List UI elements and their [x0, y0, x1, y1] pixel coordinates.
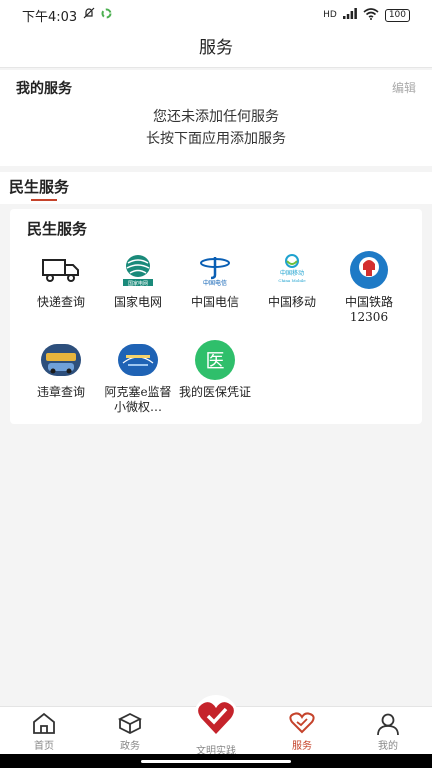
nav-bar: 服务: [0, 30, 432, 68]
truck-icon: [40, 249, 82, 291]
svg-text:China Mobile: China Mobile: [278, 278, 306, 283]
status-bar: 下午4:03 HD 100: [0, 0, 432, 30]
empty-hint-line2: 长按下面应用添加服务: [146, 131, 286, 147]
service-item-supervision[interactable]: 阿克塞e监督小微权…: [99, 339, 177, 415]
tab-label: 我的: [378, 741, 398, 752]
china-telecom-icon: 中国电信: [194, 249, 236, 291]
tab-minsheng[interactable]: 民生服务: [9, 176, 69, 197]
service-item-china-railway[interactable]: 中国铁路12306: [330, 249, 408, 325]
service-label: 中国电信: [190, 295, 239, 309]
china-mobile-icon: 中国移动 China Mobile: [271, 249, 313, 291]
card-title: 民生服务: [27, 220, 88, 238]
tab-label: 服务: [292, 741, 312, 752]
home-icon: [14, 712, 74, 736]
china-railway-icon: [348, 249, 390, 291]
edit-button[interactable]: 编辑: [392, 79, 416, 96]
tab-home[interactable]: 首页: [14, 707, 74, 755]
service-label: 违章查询: [36, 385, 85, 399]
tab-mine[interactable]: 我的: [358, 707, 418, 755]
box-icon: [100, 712, 160, 736]
service-card: 民生服务 快递查询 国家电网 国家电网 中国电信 中国电信 中国移动 China …: [10, 209, 422, 424]
home-indicator-pill[interactable]: [141, 760, 291, 763]
service-item-express[interactable]: 快递查询: [22, 249, 100, 310]
service-label: 我的医保凭证: [178, 385, 251, 399]
medical-insurance-icon: 医: [194, 339, 236, 381]
state-grid-icon: 国家电网: [117, 249, 159, 291]
tab-civilization-practice[interactable]: 文明实践: [186, 695, 246, 757]
app-notification-icon: [101, 8, 112, 23]
wifi-icon: [363, 7, 379, 23]
category-tab-bar: 民生服务: [0, 172, 432, 204]
service-item-traffic-violation[interactable]: 违章查询: [22, 339, 100, 400]
status-time: 下午4:03: [22, 9, 78, 25]
tab-active-indicator: [31, 199, 57, 201]
heart-logo-icon: [193, 695, 239, 741]
home-indicator: [0, 754, 432, 768]
empty-hint: 您还未添加任何服务 长按下面应用添加服务: [0, 106, 432, 150]
svg-text:国家电网: 国家电网: [128, 280, 148, 287]
signal-hd-label: HD: [323, 10, 337, 20]
service-label: 中国铁路12306: [344, 295, 393, 324]
service-label: 国家电网: [113, 295, 162, 309]
medical-insurance-glyph: 医: [205, 350, 224, 372]
service-label: 阿克塞e监督小微权…: [104, 385, 172, 414]
tab-label: 政务: [120, 741, 140, 752]
service-item-medical-insurance[interactable]: 医 我的医保凭证: [176, 339, 254, 400]
traffic-violation-icon: [40, 339, 82, 381]
tab-label: 首页: [34, 741, 54, 752]
empty-hint-line1: 您还未添加任何服务: [153, 109, 279, 125]
svg-text:中国移动: 中国移动: [280, 269, 304, 277]
service-item-china-mobile[interactable]: 中国移动 China Mobile 中国移动: [253, 249, 331, 310]
my-services-title: 我的服务: [16, 81, 72, 97]
tab-service[interactable]: 服务: [272, 707, 332, 755]
battery-icon: 100: [384, 8, 410, 22]
service-item-state-grid[interactable]: 国家电网 国家电网: [99, 249, 177, 310]
signal-icon: [342, 8, 357, 22]
svg-text:中国电信: 中国电信: [203, 279, 227, 287]
page-title: 服务: [199, 38, 233, 58]
service-item-china-telecom[interactable]: 中国电信 中国电信: [176, 249, 254, 310]
service-label: 快递查询: [36, 295, 85, 309]
mute-icon: [83, 7, 95, 23]
tab-government[interactable]: 政务: [100, 707, 160, 755]
bottom-tab-bar: 首页 政务 文明实践 服务 我的: [0, 695, 432, 757]
user-icon: [358, 712, 418, 736]
supervision-icon: [117, 339, 159, 381]
heart-icon: [272, 712, 332, 736]
my-services-panel: 我的服务 编辑 您还未添加任何服务 长按下面应用添加服务: [0, 70, 432, 166]
service-label: 中国移动: [267, 295, 316, 309]
